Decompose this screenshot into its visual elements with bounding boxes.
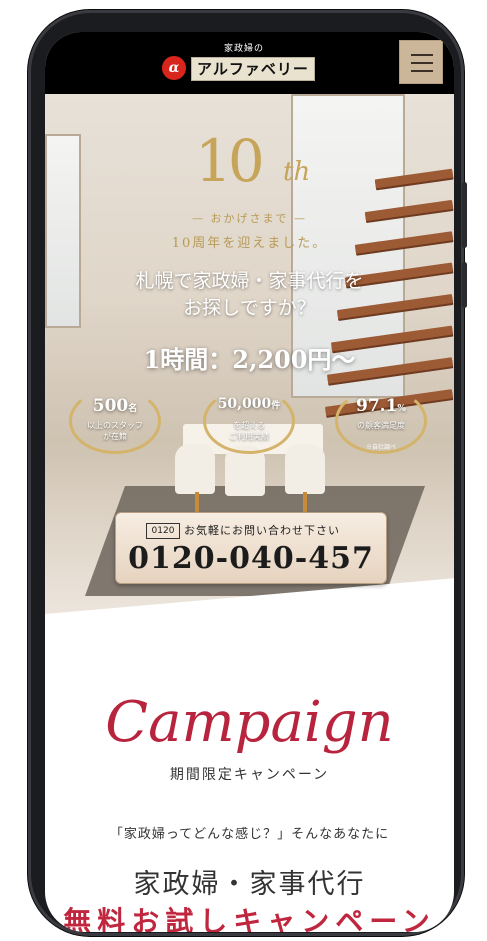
hero-section: 10 th — おかげさまで — 10周年を迎えました。 札幌で家政婦・家事代行… xyxy=(45,94,454,669)
badge-caption: の顧客満足度 xyxy=(331,420,431,431)
badge-unit: 名 xyxy=(128,404,138,414)
hourly-price: 1時間：2,200円〜 xyxy=(143,345,356,374)
anniversary-number: 10 xyxy=(195,127,265,195)
hamburger-icon-bar xyxy=(411,62,433,64)
service-heading: 家政婦・家事代行 xyxy=(133,869,366,900)
badge-value: 500 xyxy=(92,396,129,416)
hamburger-menu-button[interactable] xyxy=(399,40,443,84)
badge-unit: % xyxy=(397,404,406,414)
badge-caption-line: ご利用実績 xyxy=(229,432,269,441)
campaign-subtitle: 期間限定キャンペーン xyxy=(169,767,330,783)
logo-wordmark: アルファベリー xyxy=(191,57,315,81)
site-logo[interactable]: 家政婦の α アルファベリー xyxy=(162,40,338,88)
freedial-icon: 0120 xyxy=(146,523,180,539)
campaign-title: Campaign xyxy=(105,690,394,755)
badge-number: 50,000件 xyxy=(199,396,299,412)
badge-value: 50,000 xyxy=(217,396,272,412)
anniversary-suffix: th xyxy=(283,157,311,187)
badge-number: 97.1% xyxy=(331,396,431,416)
badge-unit: 件 xyxy=(271,401,281,411)
badge-note: ※自社調べ xyxy=(365,444,396,451)
headline-line: お探しですか？ xyxy=(183,297,316,319)
phone-number: 0120-040-457 xyxy=(128,541,374,576)
usage-count-badge: 50,000件 を超えるご利用実績 xyxy=(199,386,299,456)
tenth-anniversary-mark: 10 th xyxy=(195,127,335,207)
logo-tagline: 家政婦の xyxy=(224,44,265,54)
phone-screen: 家政婦の α アルファベリー 10 th — おかげさまで — 10周年を迎えま… xyxy=(45,32,454,932)
campaign-intro: 「家政婦ってどんな感じ？」そんなあなたに xyxy=(109,827,390,842)
anniversary-text: 10周年を迎えました。 xyxy=(171,236,328,251)
promo-heading: 無料お試しキャンペーン xyxy=(63,905,436,932)
phone-call-button[interactable]: 0120 お気軽にお問い合わせ下さい 0120-040-457 xyxy=(115,512,387,584)
satisfaction-badge: 97.1% の顧客満足度 ※自社調べ xyxy=(331,386,431,456)
badge-caption: を超える ご利用実績 xyxy=(199,420,299,442)
badge-value: 97.1 xyxy=(356,396,398,416)
badge-caption-line: 以上のスタッフ xyxy=(87,421,143,430)
hero-headline: 札幌で家政婦・家事代行を お探しですか？ xyxy=(45,268,454,322)
headline-line: 札幌で家政婦・家事代行を xyxy=(135,270,364,292)
badge-caption-line: の顧客満足度 xyxy=(357,421,405,430)
hamburger-icon xyxy=(411,54,433,56)
okage-text: — おかげさまで — xyxy=(192,212,307,225)
phone-side-button xyxy=(462,182,467,248)
hamburger-icon-bar xyxy=(411,70,433,72)
phone-side-button xyxy=(462,262,467,308)
badge-caption-line: が在籍 xyxy=(103,432,127,441)
strawberry-icon: α xyxy=(162,56,186,80)
site-header: 家政婦の α アルファベリー xyxy=(45,32,454,94)
badge-caption-line: を超える xyxy=(233,421,265,430)
cta-label: お気軽にお問い合わせ下さい xyxy=(184,524,340,537)
staff-count-badge: 500名 以上のスタッフ が在籍 xyxy=(65,386,165,456)
badge-number: 500名 xyxy=(65,396,165,416)
badge-caption: 以上のスタッフ が在籍 xyxy=(65,420,165,442)
